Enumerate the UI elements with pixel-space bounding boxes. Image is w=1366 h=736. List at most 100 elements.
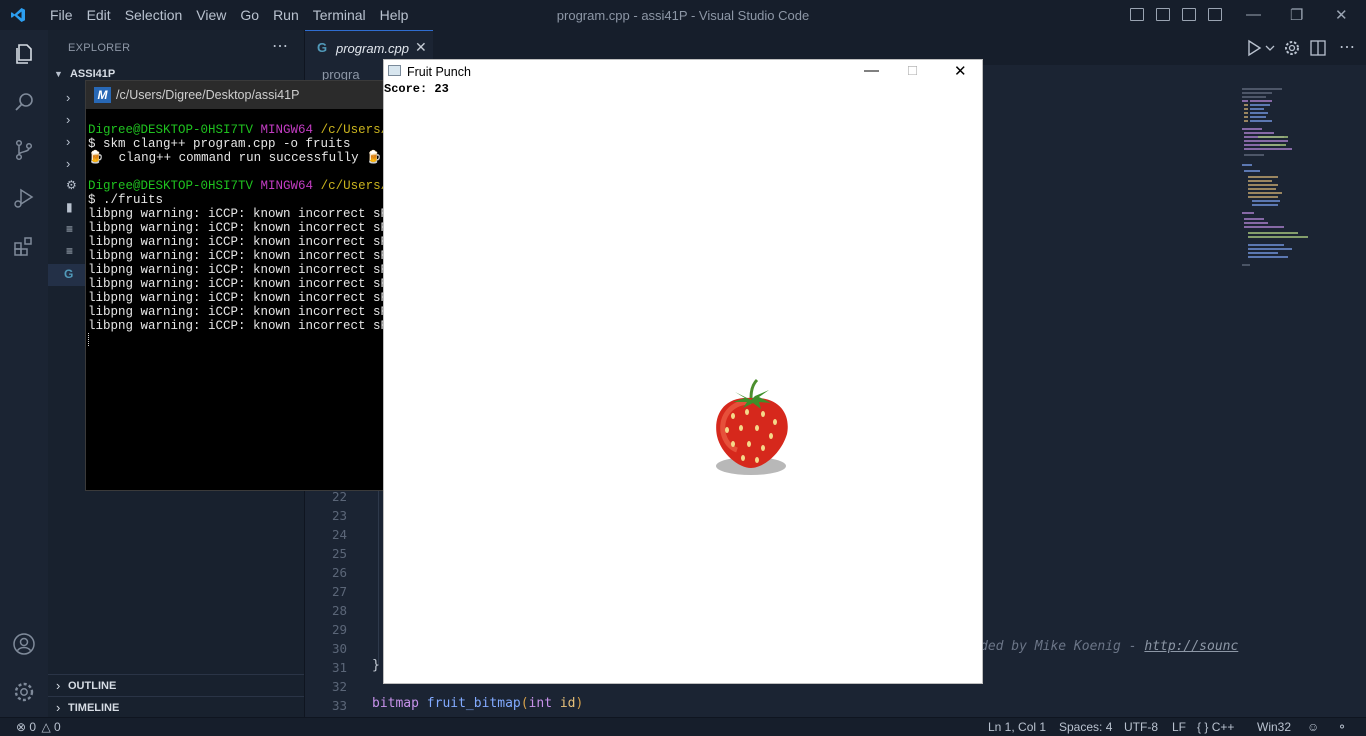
chevron-right-icon: › bbox=[66, 112, 71, 127]
prompt-shell: MINGW64 bbox=[260, 123, 314, 137]
menu-terminal[interactable]: Terminal bbox=[306, 7, 373, 23]
tree-item-folder[interactable]: › bbox=[66, 156, 70, 171]
notifications-bell-icon[interactable]: ⚬ bbox=[1337, 720, 1347, 734]
status-bar: ⊗ 0 △ 0 Ln 1, Col 1 Spaces: 4 UTF-8 LF {… bbox=[0, 717, 1366, 736]
indentation[interactable]: Spaces: 4 bbox=[1059, 720, 1112, 734]
warning-line: libpng warning: iCCP: known incorrect sR… bbox=[88, 277, 387, 291]
code-param-name: id bbox=[559, 696, 576, 711]
title-bar: File Edit Selection View Go Run Terminal… bbox=[0, 0, 1366, 30]
search-icon[interactable] bbox=[12, 90, 36, 114]
line-number: 28 bbox=[331, 603, 347, 618]
chevron-right-icon: › bbox=[66, 134, 71, 149]
chevron-right-icon: › bbox=[66, 156, 71, 171]
run-code-icon[interactable] bbox=[1246, 39, 1276, 57]
timeline-section[interactable]: › TIMELINE bbox=[48, 696, 304, 719]
folder-header[interactable]: ▼ ASSI41P bbox=[54, 68, 115, 80]
tree-item-file[interactable]: ≡ bbox=[66, 244, 73, 258]
line-number: 32 bbox=[331, 679, 347, 694]
warning-line: libpng warning: iCCP: known incorrect sR… bbox=[88, 249, 387, 263]
menu-run[interactable]: Run bbox=[266, 7, 306, 23]
tree-item-folder[interactable]: › bbox=[66, 134, 70, 149]
more-actions-icon[interactable]: ⋯ bbox=[272, 36, 288, 56]
fruit-punch-window[interactable]: Fruit Punch — □ ✕ Score: 23 bbox=[383, 59, 983, 684]
warning-line: libpng warning: iCCP: known incorrect sR… bbox=[88, 207, 387, 221]
warning-icon: △ bbox=[41, 720, 51, 734]
end-of-line[interactable]: LF bbox=[1172, 720, 1186, 734]
explorer-title: EXPLORER bbox=[68, 42, 131, 54]
chevron-right-icon: › bbox=[56, 678, 61, 693]
terminal-output[interactable]: Digree@DESKTOP-0HSI7TV MINGW64 /c/Users/… bbox=[88, 123, 387, 350]
menu-help[interactable]: Help bbox=[373, 7, 416, 23]
strawberry-image[interactable] bbox=[711, 376, 795, 480]
cpp-file-icon: G bbox=[64, 267, 74, 281]
score-label: Score: 23 bbox=[384, 82, 449, 96]
problems-indicator[interactable]: ⊗ 0 △ 0 bbox=[16, 720, 61, 734]
warning-line: libpng warning: iCCP: known incorrect sR… bbox=[88, 291, 387, 305]
maximize-icon[interactable]: □ bbox=[908, 62, 917, 79]
prompt-path: /c/Users/Dig bbox=[320, 123, 387, 137]
indent-guide bbox=[378, 485, 379, 665]
explorer-icon[interactable] bbox=[12, 42, 36, 66]
close-icon[interactable]: ✕ bbox=[954, 62, 967, 80]
code-line-33: bitmap fruit_bitmap(int id) bbox=[372, 696, 583, 711]
tree-item-folder[interactable]: › bbox=[66, 112, 70, 127]
warning-line: libpng warning: iCCP: known incorrect sR… bbox=[88, 221, 387, 235]
tree-item-settings-file[interactable]: ⚙ bbox=[66, 178, 77, 192]
code-paren: ) bbox=[575, 696, 584, 711]
cursor-position[interactable]: Ln 1, Col 1 bbox=[988, 720, 1046, 734]
language-mode[interactable]: { } C++ bbox=[1197, 720, 1234, 734]
chevron-down-icon: ▼ bbox=[54, 69, 63, 79]
run-debug-icon[interactable] bbox=[12, 186, 36, 210]
terminal-title-bar[interactable]: M /c/Users/Digree/Desktop/assi41P bbox=[86, 81, 386, 109]
menu-file[interactable]: File bbox=[43, 7, 80, 23]
game-title-bar[interactable]: Fruit Punch — □ ✕ bbox=[384, 60, 982, 82]
comment-text: ded by Mike Koenig - bbox=[980, 639, 1145, 654]
customize-layout-icon[interactable] bbox=[1208, 8, 1222, 21]
extensions-icon[interactable] bbox=[12, 234, 36, 258]
feedback-icon[interactable]: ☺ bbox=[1307, 720, 1319, 734]
terminal-command: $ skm clang++ program.cpp -o fruits bbox=[88, 137, 351, 151]
menu-edit[interactable]: Edit bbox=[80, 7, 118, 23]
mintty-terminal-window[interactable]: M /c/Users/Digree/Desktop/assi41P Digree… bbox=[85, 80, 387, 491]
warning-line: libpng warning: iCCP: known incorrect sR… bbox=[88, 235, 387, 249]
platform[interactable]: Win32 bbox=[1257, 720, 1291, 734]
menu-go[interactable]: Go bbox=[233, 7, 266, 23]
source-control-icon[interactable] bbox=[12, 138, 36, 162]
toggle-panel-icon[interactable] bbox=[1156, 8, 1170, 21]
warning-line: libpng warning: iCCP: known incorrect sR… bbox=[88, 263, 387, 277]
restore-icon[interactable]: ❐ bbox=[1290, 6, 1303, 24]
language-label: C++ bbox=[1211, 720, 1235, 734]
account-icon[interactable] bbox=[12, 632, 36, 656]
code-comment: ded by Mike Koenig - http://sounc bbox=[980, 639, 1238, 654]
code-paren: ( bbox=[520, 696, 529, 711]
toggle-secondary-sidebar-icon[interactable] bbox=[1182, 8, 1196, 21]
minimize-icon[interactable]: — bbox=[1246, 6, 1261, 23]
more-actions-icon[interactable]: ⋯ bbox=[1339, 37, 1355, 57]
menu-selection[interactable]: Selection bbox=[118, 7, 190, 23]
chevron-right-icon: › bbox=[66, 90, 71, 105]
code-closing-brace: } bbox=[372, 658, 380, 673]
outline-section[interactable]: › OUTLINE bbox=[48, 674, 304, 697]
encoding[interactable]: UTF-8 bbox=[1124, 720, 1158, 734]
minimize-icon[interactable]: — bbox=[864, 62, 879, 79]
menu-view[interactable]: View bbox=[189, 7, 233, 23]
code-function-name: fruit_bitmap bbox=[426, 696, 521, 711]
line-number: 31 bbox=[331, 660, 347, 675]
tree-item-folder[interactable]: › bbox=[66, 90, 70, 105]
terminal-command: $ ./fruits bbox=[88, 193, 164, 207]
line-number: 33 bbox=[331, 698, 347, 713]
comment-link[interactable]: http://sounc bbox=[1144, 639, 1238, 654]
tree-item-file[interactable]: ▮ bbox=[66, 200, 73, 214]
split-editor-icon[interactable] bbox=[1309, 39, 1327, 57]
tab-close-icon[interactable]: ✕ bbox=[415, 39, 427, 56]
prompt-shell: MINGW64 bbox=[260, 179, 314, 193]
settings-gear-icon[interactable] bbox=[12, 680, 36, 704]
minimap[interactable] bbox=[1238, 85, 1356, 275]
toggle-sidebar-icon[interactable] bbox=[1130, 8, 1144, 21]
tree-item-file[interactable]: ≡ bbox=[66, 222, 73, 236]
line-number: 26 bbox=[331, 565, 347, 580]
settings-icon[interactable] bbox=[1283, 39, 1301, 57]
close-icon[interactable]: ✕ bbox=[1335, 6, 1348, 24]
prompt-user-host: Digree@DESKTOP-0HSI7TV bbox=[88, 123, 254, 137]
tab-label: program.cpp bbox=[336, 41, 409, 56]
